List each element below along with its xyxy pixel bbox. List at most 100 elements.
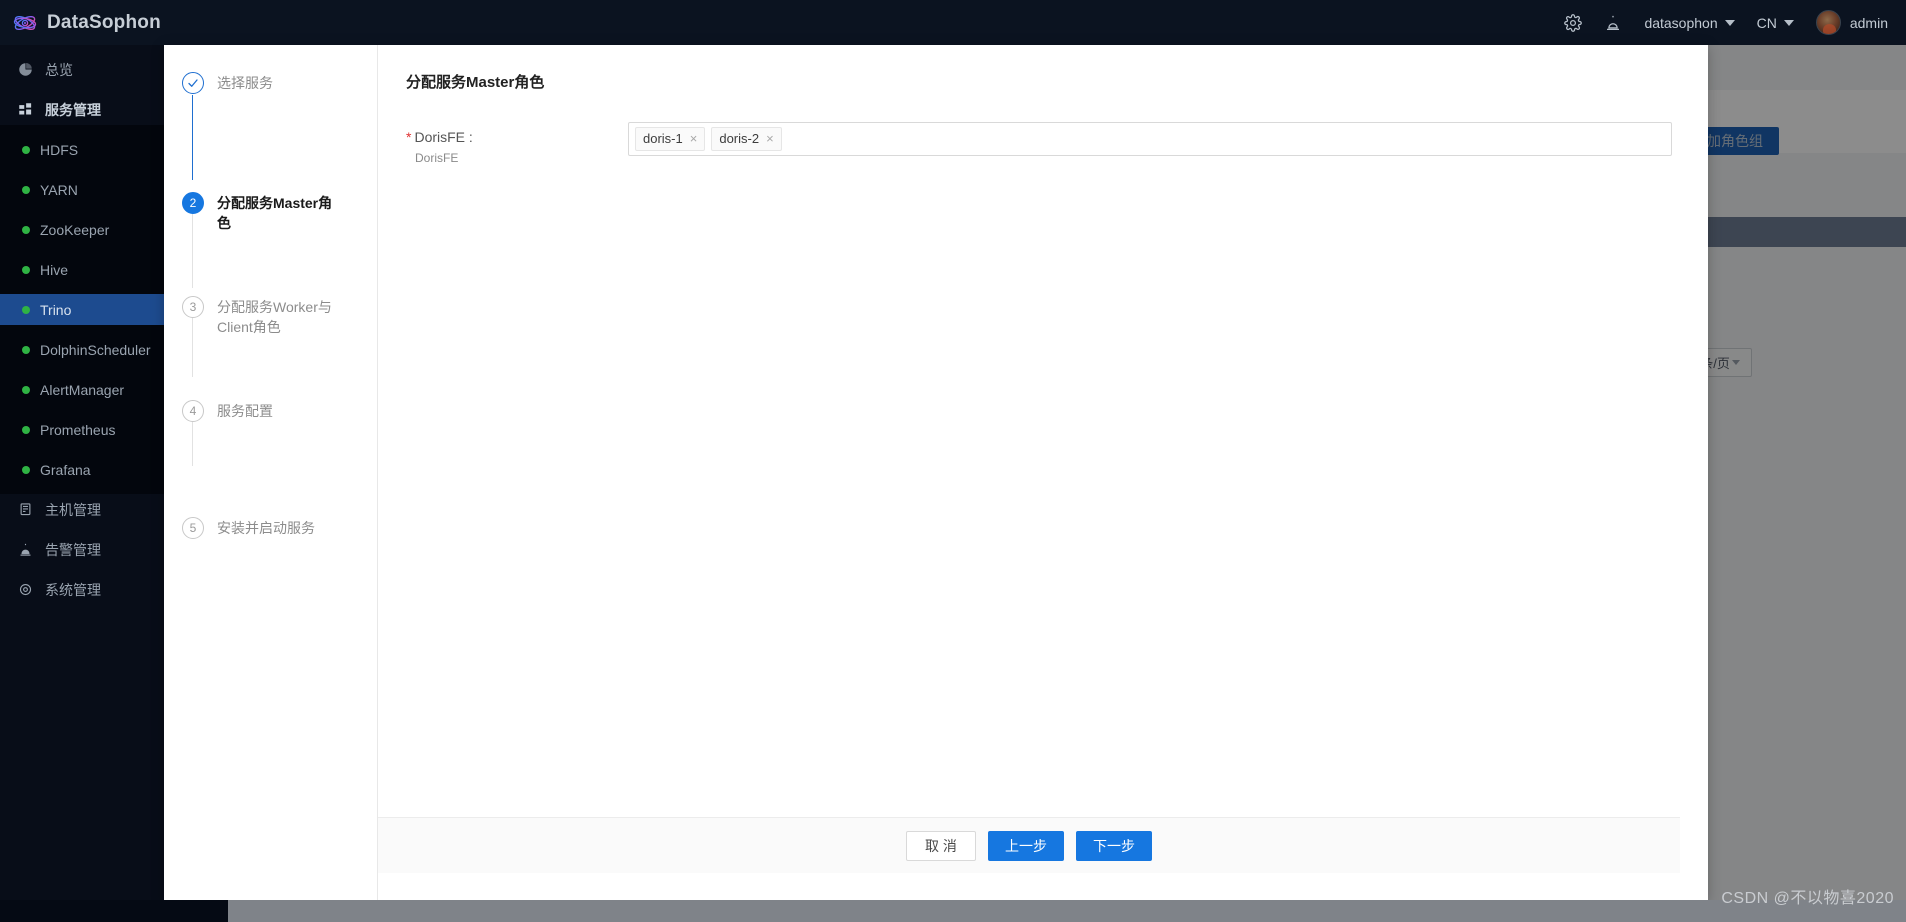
step-connector: [192, 95, 193, 180]
sidebar-item-hive[interactable]: Hive: [0, 254, 165, 285]
step-label: 选择服务: [217, 75, 273, 91]
user-menu[interactable]: admin: [1815, 10, 1888, 35]
status-dot-icon: [22, 345, 30, 354]
sidebar-item-grafana[interactable]: Grafana: [0, 454, 165, 485]
bottom-strip: [0, 900, 1906, 922]
sidebar-item-label: 系统管理: [45, 581, 101, 598]
form-row-dorisfe: * DorisFE : DorisFE doris-1 × doris-2 ×: [406, 122, 1672, 165]
dorisfe-host-select[interactable]: doris-1 × doris-2 ×: [628, 122, 1672, 156]
step-connector: [192, 311, 193, 377]
sidebar-gap: [0, 165, 165, 174]
step-number: 4: [182, 400, 204, 422]
form-label-text: DorisFE :: [414, 129, 473, 145]
sidebar-gap: [0, 365, 165, 374]
sidebar-gap: [0, 445, 165, 454]
sidebar-item-label: DolphinScheduler: [40, 341, 151, 358]
sidebar-gap: [0, 405, 165, 414]
next-step-button[interactable]: 下一步: [1076, 830, 1152, 861]
dashboard-icon: [18, 62, 35, 77]
host-tag[interactable]: doris-2 ×: [711, 127, 782, 151]
wizard-body: 分配服务Master角色 * DorisFE : DorisFE doris-1 …: [378, 45, 1708, 817]
required-mark: *: [406, 129, 412, 145]
step-number: 2: [182, 192, 204, 214]
brand-name: DataSophon: [47, 11, 161, 33]
sidebar-item-zookeeper[interactable]: ZooKeeper: [0, 214, 165, 245]
status-dot-icon: [22, 265, 30, 274]
header-actions: datasophon CN admin: [1564, 10, 1906, 35]
host-tag-label: doris-1: [643, 131, 683, 146]
sidebar-item-system-management[interactable]: 系统管理: [0, 574, 165, 605]
chevron-down-icon: [1724, 19, 1735, 26]
sidebar-item-host-management[interactable]: 主机管理: [0, 494, 165, 525]
language-select[interactable]: CN: [1757, 15, 1794, 31]
step-label: 服务配置: [217, 403, 273, 419]
gear-icon: [18, 582, 35, 597]
sidebar-item-alarm-management[interactable]: 告警管理: [0, 534, 165, 565]
sidebar-item-hdfs[interactable]: HDFS: [0, 134, 165, 165]
cluster-select[interactable]: datasophon: [1644, 15, 1735, 31]
wizard-steps: 选择服务 2 分配服务Master角色 3 分配服务Worker与Client角…: [164, 45, 378, 901]
sidebar-item-yarn[interactable]: YARN: [0, 174, 165, 205]
wizard-content: 分配服务Master角色 * DorisFE : DorisFE doris-1 …: [378, 45, 1708, 901]
sidebar-item-trino[interactable]: Trino: [0, 294, 165, 325]
sidebar-gap: [0, 245, 165, 254]
sidebar-item-service-management[interactable]: 服务管理: [0, 94, 165, 125]
sidebar-gap: [0, 125, 165, 134]
sidebar-item-label: YARN: [40, 181, 78, 198]
step-connector: [192, 203, 193, 288]
sidebar-item-prometheus[interactable]: Prometheus: [0, 414, 165, 445]
step-5[interactable]: 5 安装并启动服务: [164, 516, 377, 550]
language-label: CN: [1756, 14, 1777, 31]
step-check-icon: [182, 72, 204, 94]
sidebar-item-label: 服务管理: [45, 101, 101, 118]
step-4[interactable]: 4 服务配置: [164, 399, 377, 433]
sidebar-item-label: HDFS: [40, 141, 79, 158]
host-tag-label: doris-2: [719, 131, 760, 146]
sidebar-item-label: Hive: [40, 261, 69, 278]
sidebar-item-label: AlertManager: [40, 381, 125, 398]
sidebar-item-label: ZooKeeper: [40, 221, 110, 238]
sidebar: 总览 服务管理 HDFS YARN ZooKeeper Hive Trino D…: [0, 45, 165, 922]
step-2[interactable]: 2 分配服务Master角色: [164, 191, 377, 233]
service-grid-icon: [18, 102, 35, 117]
host-tag[interactable]: doris-1 ×: [635, 127, 706, 151]
sidebar-item-overview[interactable]: 总览: [0, 54, 165, 85]
sidebar-item-label: Trino: [40, 301, 72, 318]
alarm-bell-icon: [18, 542, 35, 557]
status-dot-icon: [22, 305, 30, 314]
step-number: 3: [182, 296, 204, 318]
alarm-bell-icon[interactable]: [1604, 14, 1622, 32]
sidebar-item-label: Prometheus: [40, 421, 116, 438]
sidebar-gap: [0, 205, 165, 214]
atom-icon: [13, 15, 37, 30]
top-header: DataSophon datasophon CN admin: [0, 0, 1906, 45]
user-name: admin: [1849, 14, 1888, 31]
sidebar-gap: [0, 525, 165, 534]
page-title: 分配服务Master角色: [406, 74, 545, 91]
step-label: 分配服务Master角色: [217, 195, 333, 231]
sidebar-gap: [0, 565, 165, 574]
sidebar-item-label: 总览: [45, 61, 73, 78]
close-icon[interactable]: ×: [690, 130, 698, 148]
sidebar-item-label: 主机管理: [45, 501, 101, 518]
gear-icon[interactable]: [1564, 13, 1583, 32]
sidebar-item-alertmanager[interactable]: AlertManager: [0, 374, 165, 405]
status-dot-icon: [22, 425, 30, 434]
form-sublabel: DorisFE: [415, 151, 459, 165]
step-1[interactable]: 选择服务: [164, 71, 377, 105]
chevron-down-icon: [1731, 360, 1740, 365]
cancel-button[interactable]: 取 消: [906, 830, 976, 861]
install-wizard-modal: 选择服务 2 分配服务Master角色 3 分配服务Worker与Client角…: [164, 45, 1708, 901]
previous-step-button[interactable]: 上一步: [988, 830, 1064, 861]
sidebar-item-dolphinscheduler[interactable]: DolphinScheduler: [0, 334, 165, 365]
sidebar-top-gap: [0, 45, 165, 54]
sidebar-gap: [0, 85, 165, 94]
step-3[interactable]: 3 分配服务Worker与Client角色: [164, 295, 377, 337]
server-icon: [18, 502, 35, 517]
form-label-column: * DorisFE : DorisFE: [406, 122, 628, 165]
bottom-strip-left: [0, 900, 228, 922]
brand[interactable]: DataSophon: [0, 10, 165, 36]
sidebar-item-label: Grafana: [40, 461, 91, 478]
sidebar-item-label: 告警管理: [45, 541, 101, 558]
close-icon[interactable]: ×: [766, 130, 774, 148]
